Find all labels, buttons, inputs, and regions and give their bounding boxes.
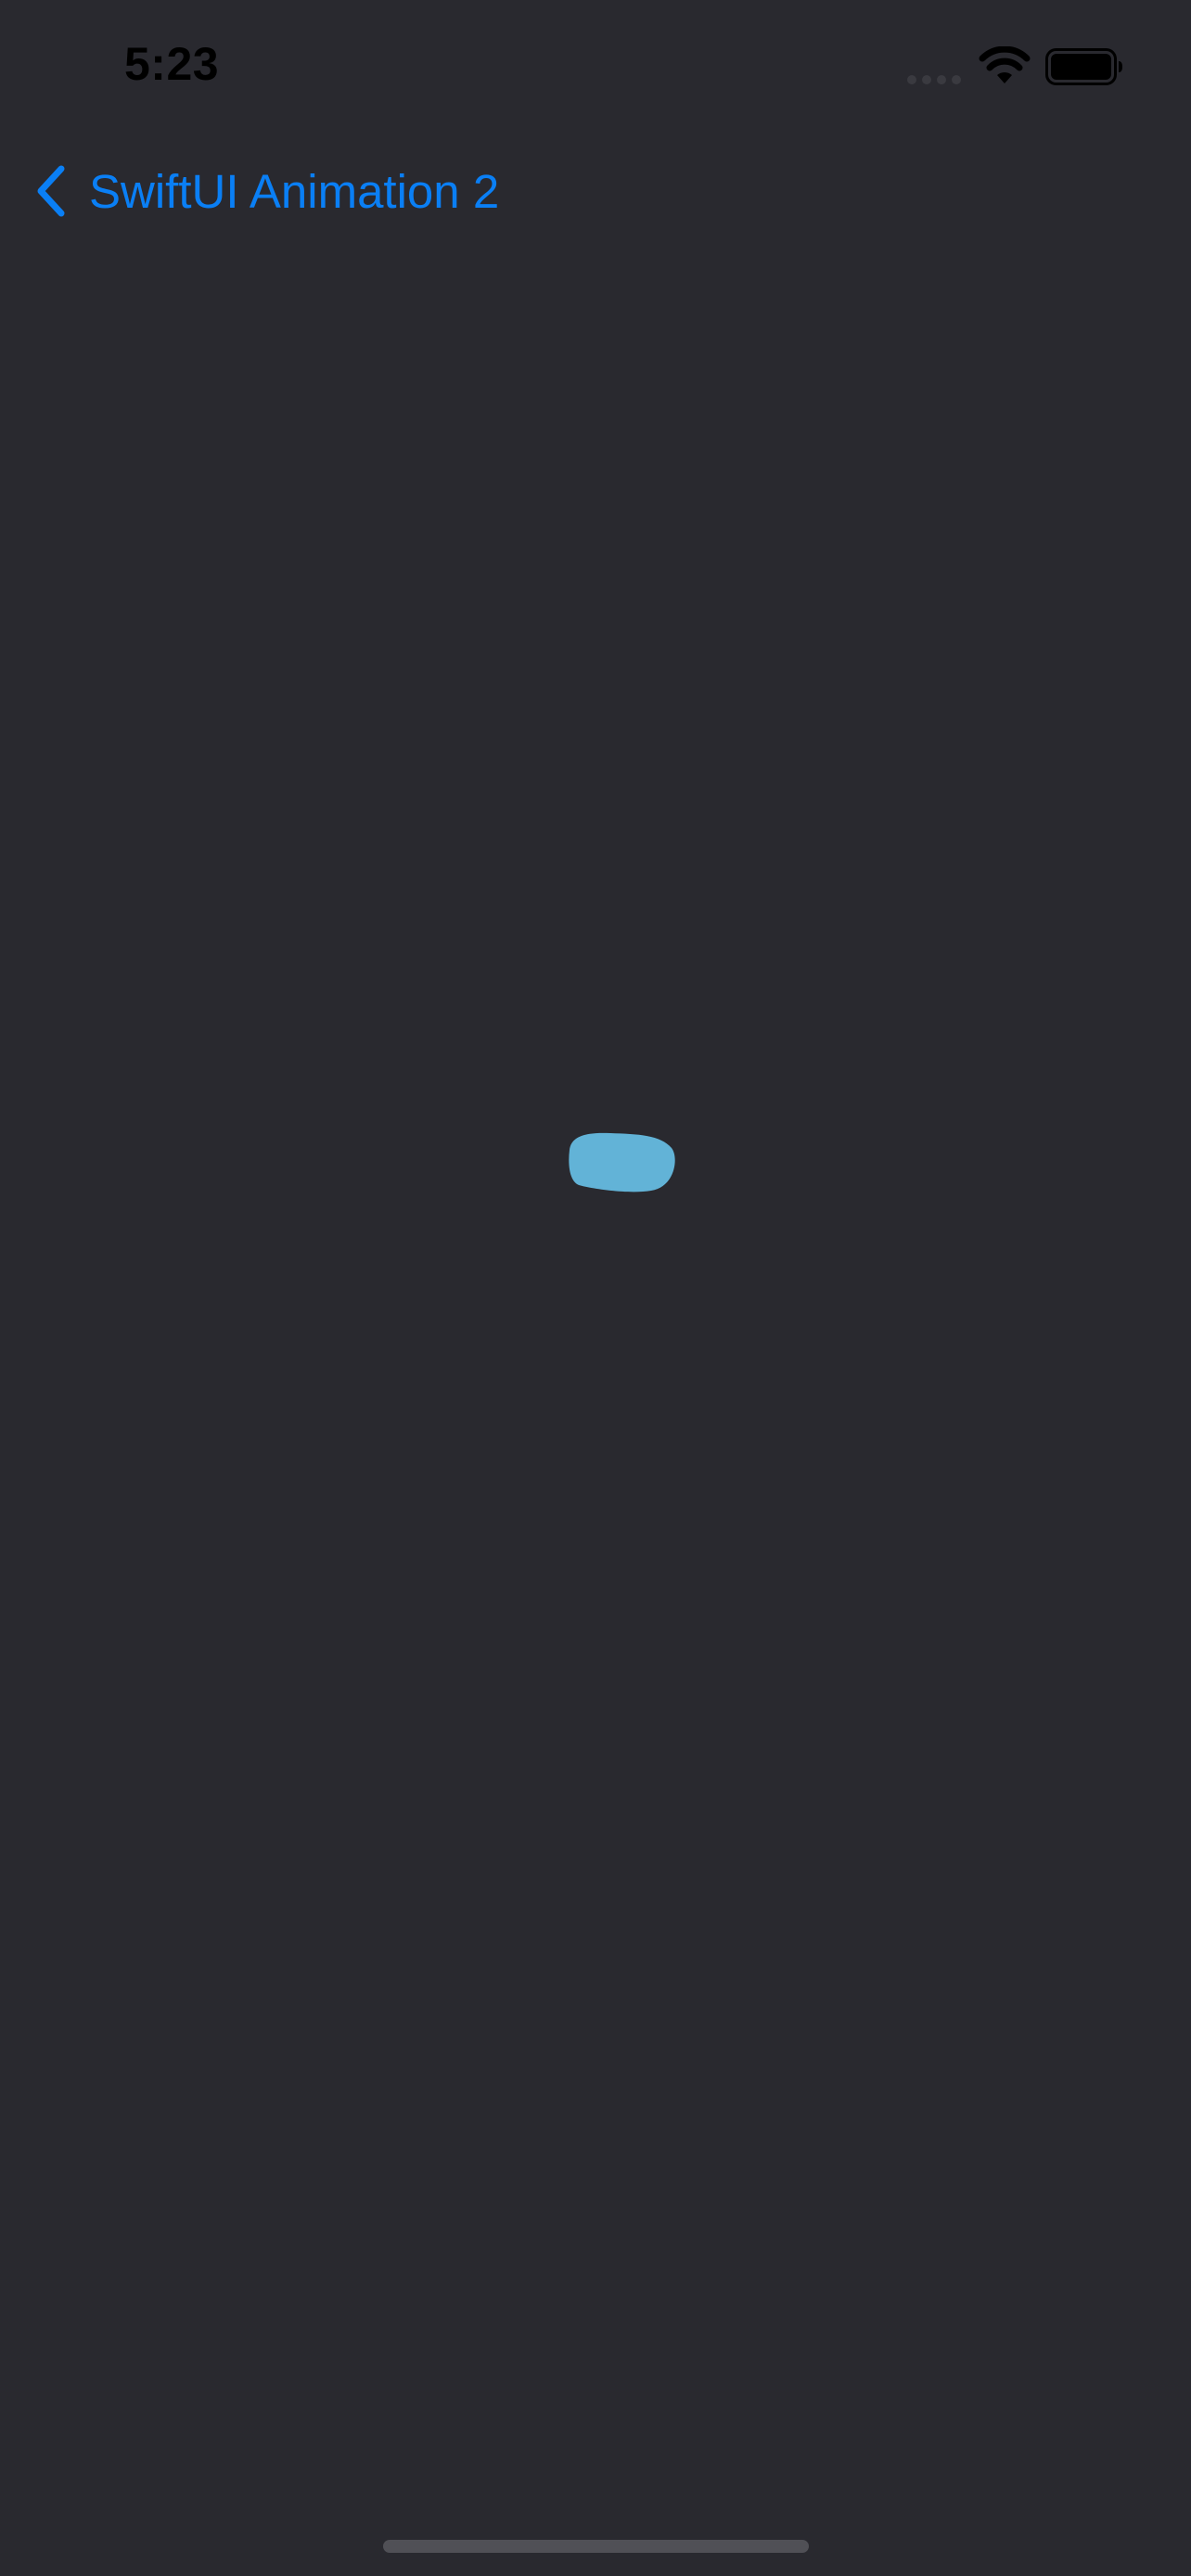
home-indicator[interactable]: [383, 2540, 809, 2553]
animated-blob: [569, 1132, 675, 1192]
signal-dots-icon: [907, 75, 961, 84]
status-time: 5:23: [124, 38, 220, 90]
chevron-left-icon: [37, 165, 65, 217]
back-button-label: SwiftUI Animation 2: [89, 164, 500, 218]
status-bar: 5:23: [0, 0, 1191, 130]
back-button[interactable]: SwiftUI Animation 2: [32, 148, 499, 234]
battery-icon: [1045, 48, 1122, 85]
navigation-bar: SwiftUI Animation 2: [0, 148, 1191, 234]
wifi-icon: [979, 46, 1031, 83]
